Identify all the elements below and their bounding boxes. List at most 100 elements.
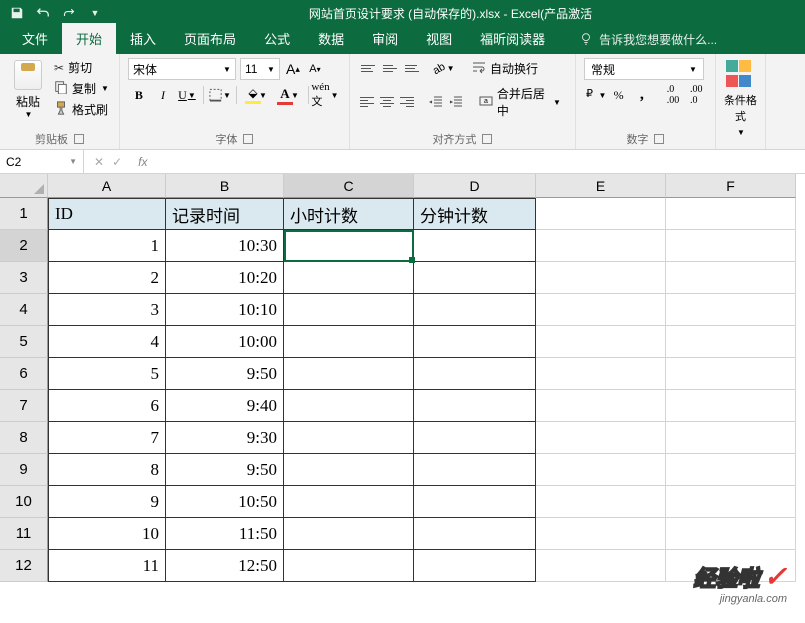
font-size-select[interactable]: 11▼ [240,58,280,80]
cell[interactable] [536,518,666,550]
cell[interactable] [666,454,796,486]
number-format-select[interactable]: 常规▼ [584,58,704,80]
tab-formulas[interactable]: 公式 [250,23,304,54]
cell[interactable]: 10:10 [166,294,284,326]
name-box[interactable]: C2▼ [0,150,84,173]
cell[interactable] [414,550,536,582]
border-button[interactable]: ▼ [209,84,231,106]
column-header-F[interactable]: F [666,174,796,198]
merge-center-button[interactable]: a合并后居中▼ [473,83,567,121]
row-header-5[interactable]: 5 [0,326,48,358]
copy-button[interactable]: 复制▼ [52,79,111,98]
cell[interactable] [536,262,666,294]
bold-button[interactable]: B [128,84,150,106]
row-header-3[interactable]: 3 [0,262,48,294]
cell[interactable] [536,326,666,358]
cell[interactable]: 10:00 [166,326,284,358]
cell[interactable]: 11 [48,550,166,582]
cell[interactable] [536,198,666,230]
formula-input[interactable] [153,150,805,173]
column-header-E[interactable]: E [536,174,666,198]
cell[interactable] [414,422,536,454]
tell-me-search[interactable]: 告诉我您想要做什么... [579,31,717,54]
percent-button[interactable]: % [608,84,629,106]
cell[interactable] [414,358,536,390]
row-header-7[interactable]: 7 [0,390,48,422]
cell[interactable]: 9:50 [166,358,284,390]
cell[interactable]: 9 [48,486,166,518]
cell[interactable]: 11:50 [166,518,284,550]
cell[interactable] [666,294,796,326]
cell[interactable]: 9:50 [166,454,284,486]
accounting-format-button[interactable]: ₽▼ [584,84,606,106]
cell[interactable] [666,198,796,230]
increase-indent-button[interactable] [447,92,465,112]
cell[interactable] [414,262,536,294]
comma-button[interactable]: , [631,84,652,106]
cell[interactable] [536,422,666,454]
row-header-12[interactable]: 12 [0,550,48,582]
decrease-indent-button[interactable] [427,92,445,112]
cell[interactable]: 5 [48,358,166,390]
font-name-select[interactable]: 宋体▼ [128,58,236,80]
paste-button[interactable]: 粘贴 ▼ [8,58,48,121]
conditional-format-button[interactable]: 条件格式 ▼ [724,58,757,138]
cell[interactable] [284,230,414,262]
row-header-9[interactable]: 9 [0,454,48,486]
tab-home[interactable]: 开始 [62,23,116,54]
cell[interactable]: 10:30 [166,230,284,262]
qat-dropdown-icon[interactable]: ▼ [86,4,104,22]
cell[interactable]: 9:30 [166,422,284,454]
align-right-button[interactable] [398,92,416,112]
tab-insert[interactable]: 插入 [116,23,170,54]
row-header-8[interactable]: 8 [0,422,48,454]
cell[interactable] [284,326,414,358]
row-header-10[interactable]: 10 [0,486,48,518]
cell[interactable] [666,390,796,422]
align-center-button[interactable] [378,92,396,112]
cell[interactable] [536,550,666,582]
cell[interactable] [666,262,796,294]
align-top-button[interactable] [358,59,378,79]
cell[interactable] [284,358,414,390]
cell[interactable] [666,422,796,454]
cell[interactable]: 9:40 [166,390,284,422]
select-all-corner[interactable] [0,174,48,198]
tab-view[interactable]: 视图 [412,23,466,54]
cell[interactable] [414,486,536,518]
decrease-decimal-button[interactable]: .00.0 [686,84,707,106]
column-header-D[interactable]: D [414,174,536,198]
tab-layout[interactable]: 页面布局 [170,23,250,54]
decrease-font-button[interactable]: A▾ [306,59,324,79]
cell[interactable]: 6 [48,390,166,422]
italic-button[interactable]: I [152,84,174,106]
cell[interactable] [536,358,666,390]
format-painter-button[interactable]: 格式刷 [52,100,111,119]
cell[interactable] [414,390,536,422]
cell[interactable] [414,518,536,550]
increase-font-button[interactable]: A▴ [284,59,302,79]
cell[interactable] [666,326,796,358]
header-cell-A[interactable]: ID [48,198,166,230]
font-dialog-launcher[interactable] [243,134,253,144]
align-middle-button[interactable] [380,59,400,79]
cell[interactable]: 3 [48,294,166,326]
cell[interactable] [666,518,796,550]
cell[interactable] [284,454,414,486]
cell[interactable] [536,390,666,422]
cells-area[interactable]: ID记录时间小时计数分钟计数 110:30210:20310:10410:005… [48,198,796,582]
tab-foxit[interactable]: 福昕阅读器 [466,23,559,54]
align-bottom-button[interactable] [402,59,422,79]
cell[interactable] [284,390,414,422]
orientation-button[interactable]: ab▼ [434,59,454,79]
cancel-formula-icon[interactable]: ✕ [94,155,104,169]
header-cell-D[interactable]: 分钟计数 [414,198,536,230]
row-header-2[interactable]: 2 [0,230,48,262]
font-color-button[interactable]: A▼ [274,84,296,106]
cell[interactable] [414,454,536,486]
cell[interactable]: 12:50 [166,550,284,582]
column-header-C[interactable]: C [284,174,414,198]
cell[interactable] [284,294,414,326]
cell[interactable] [536,486,666,518]
cell[interactable] [666,358,796,390]
